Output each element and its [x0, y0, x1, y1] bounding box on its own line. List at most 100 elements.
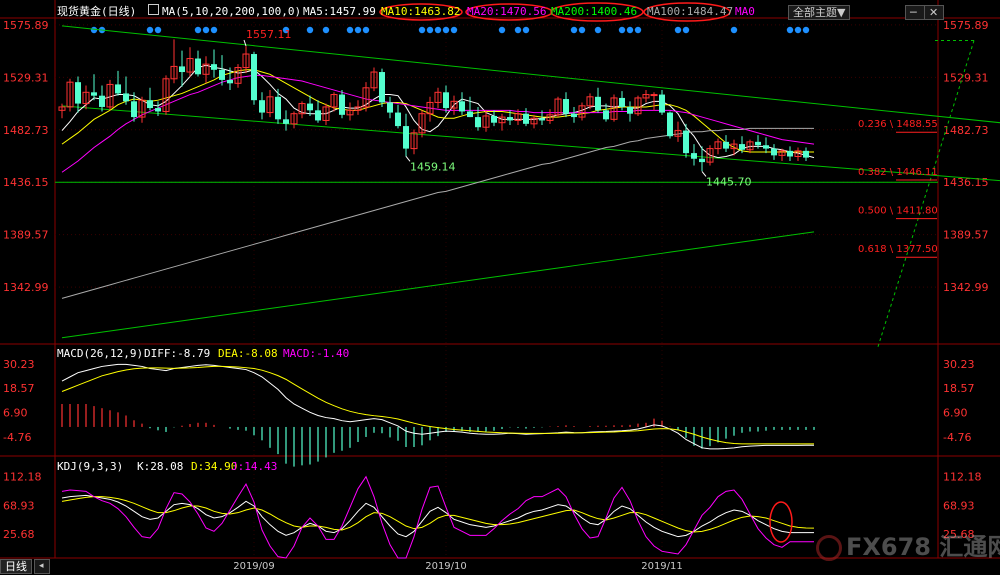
fib-level-label: 0.236 \ 1488.55: [858, 119, 938, 130]
candle-body-down: [131, 101, 137, 118]
candle-body-down: [195, 58, 201, 75]
candle-body-down: [787, 150, 793, 157]
diff-readout: DIFF:-8.79: [144, 347, 211, 360]
chart-stage: 1342.99 1342.99 1389.57 1389.57 1436.15 1436.…: [0, 0, 1000, 575]
candle-body-down: [539, 118, 545, 121]
ma-definition: MA(5,10,20,200,100,0): [162, 5, 302, 18]
month-tick-label: 2019/10: [425, 561, 467, 572]
fib-level-label: 0.500 \ 1411.80: [858, 206, 938, 217]
candle-body-down: [491, 115, 497, 123]
signal-dot: [346, 26, 354, 34]
macd-tick-left: 30.23: [3, 358, 35, 371]
candle-body-down: [755, 141, 761, 146]
candle-body-down: [147, 100, 153, 109]
candle-body-down: [219, 69, 225, 80]
period-tab-daily[interactable]: 日线: [0, 559, 32, 574]
candle-body-down: [603, 110, 609, 120]
candle-body-down: [227, 79, 233, 84]
signal-dot: [578, 26, 586, 34]
macd-tick-left: 18.57: [3, 382, 35, 395]
ma5-readout: MA5:1457.99: [303, 5, 376, 18]
candle-body-down: [771, 148, 777, 156]
candle-body-down: [387, 102, 393, 113]
signal-dot: [306, 26, 314, 34]
candle-body-down: [563, 99, 569, 114]
candle-body-down: [179, 66, 185, 73]
k-readout: K:28.08: [137, 460, 184, 473]
macd-tick-right: -4.76: [943, 431, 971, 444]
signal-dot: [498, 26, 506, 34]
kdj-tick-left: 25.68: [3, 528, 35, 541]
signal-dot: [354, 26, 362, 34]
price-tick-left: 1342.99: [3, 281, 49, 294]
watermark-logo-icon: [816, 535, 842, 561]
price-tick-left: 1529.31: [3, 71, 49, 84]
candle-body-down: [99, 95, 105, 107]
signal-dot: [802, 26, 810, 34]
signal-dot: [90, 26, 98, 34]
candle-body-down: [739, 144, 745, 150]
signal-dot: [618, 26, 626, 34]
signal-dot: [434, 26, 442, 34]
fib-level-label: 0.382 \ 1446.11: [858, 167, 938, 178]
low-annotation: 1445.70: [706, 175, 752, 188]
dea-readout: DEA:-8.08: [218, 347, 278, 360]
candle-body-down: [459, 101, 465, 112]
signal-dot: [210, 26, 218, 34]
ma10-readout: MA10:1463.82: [381, 5, 461, 18]
signal-dot: [514, 26, 522, 34]
candle-body-down: [75, 82, 81, 104]
ma20-readout: MA20:1470.56: [467, 5, 547, 18]
macd-tick-left: -4.76: [3, 431, 31, 444]
candle-body-down: [803, 150, 809, 158]
candle-body-down: [283, 119, 289, 124]
minimize-button[interactable]: ─: [905, 5, 925, 20]
candle-body-down: [683, 130, 689, 154]
candle-body-down: [339, 94, 345, 115]
price-tick-right: 1482.73: [943, 124, 989, 137]
chart-svg: 1342.99 1342.991389.57 1389.571436.15 1436.…: [0, 0, 1000, 575]
candle-body-down: [91, 92, 97, 96]
signal-dot: [682, 26, 690, 34]
theme-dropdown-button[interactable]: 全部主题▼: [788, 5, 851, 20]
signal-dot: [362, 26, 370, 34]
month-tick-label: 2019/09: [233, 561, 275, 572]
instrument-title: 现货黄金(日线): [57, 5, 137, 18]
price-tick-left: 1389.57: [3, 229, 49, 242]
signal-dot: [154, 26, 162, 34]
candle-body-down: [403, 126, 409, 149]
kdj-tick-left: 112.18: [3, 471, 42, 484]
macd-tick-right: 18.57: [943, 382, 975, 395]
signal-dot: [594, 26, 602, 34]
candle-body-down: [155, 108, 161, 112]
candle-body-down: [259, 100, 265, 113]
candle-body-down: [619, 97, 625, 107]
signal-dot: [146, 26, 154, 34]
kdj-tick-right: 112.18: [943, 471, 982, 484]
signal-dot: [794, 26, 802, 34]
signal-dot: [322, 26, 330, 34]
candle-body-down: [395, 112, 401, 127]
ma0-readout: MA0: [735, 5, 755, 18]
macd-tick-left: 6.90: [3, 407, 28, 420]
signal-dot: [418, 26, 426, 34]
close-icon[interactable]: ✕: [924, 5, 944, 20]
candle-body-down: [763, 145, 769, 149]
candle-body-down: [467, 111, 473, 118]
candle-body-down: [115, 84, 121, 94]
candle-body-down: [443, 92, 449, 109]
candle-body-down: [659, 94, 665, 113]
macd-tick-right: 30.23: [943, 358, 975, 371]
candle-body-down: [251, 54, 257, 101]
watermark-text: FX678 汇通网: [846, 533, 1000, 561]
ma-indicator-icon: [148, 4, 160, 15]
j-readout: J:14.43: [231, 460, 278, 473]
price-tick-left: 1482.73: [3, 124, 49, 137]
candle-body-down: [627, 106, 633, 114]
price-tick-left: 1575.89: [3, 19, 49, 32]
candle-body-down: [475, 117, 481, 128]
candle-body-up: [650, 94, 658, 97]
price-tick-right: 1575.89: [943, 19, 989, 32]
candle-body-down: [307, 103, 313, 111]
period-tab-arrow[interactable]: ◂: [34, 559, 50, 574]
